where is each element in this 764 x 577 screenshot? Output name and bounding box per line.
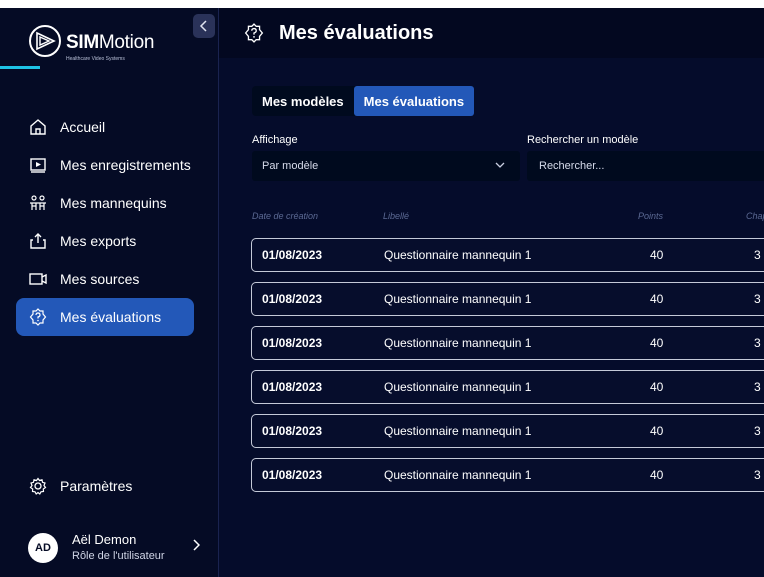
settings-label: Paramètres xyxy=(60,478,133,494)
row-chapters: 3 xyxy=(754,292,761,306)
page-title: Mes évaluations xyxy=(279,21,434,44)
question-badge-icon xyxy=(28,307,48,327)
display-select[interactable]: Par modèle xyxy=(252,151,520,181)
simmotion-logo-icon xyxy=(29,25,61,57)
video-play-icon xyxy=(28,155,48,175)
export-icon xyxy=(28,231,48,251)
table-row[interactable]: 01/08/2023 Questionnaire mannequin 1 40 … xyxy=(251,458,764,492)
sidebar: SIMMotion Healthcare Video Systems Accue… xyxy=(0,8,219,577)
row-label: Questionnaire mannequin 1 xyxy=(384,380,532,394)
brand-tagline: Healthcare Video Systems xyxy=(66,56,125,62)
sidebar-nav: Accueil Mes enregistrements Mes mannequi… xyxy=(16,108,206,336)
row-points: 40 xyxy=(650,292,664,306)
column-header-date: Date de création xyxy=(252,211,319,221)
row-label: Questionnaire mannequin 1 xyxy=(384,424,532,438)
row-points: 40 xyxy=(650,468,664,482)
brand-accent-line xyxy=(0,66,40,69)
sidebar-item-accueil[interactable]: Accueil xyxy=(28,108,206,146)
row-chapters: 3 xyxy=(754,336,761,350)
tab-mes-evaluations[interactable]: Mes évaluations xyxy=(353,86,475,116)
row-date: 01/08/2023 xyxy=(262,380,323,394)
sidebar-item-label: Mes mannequins xyxy=(60,195,167,211)
row-label: Questionnaire mannequin 1 xyxy=(384,248,532,262)
sidebar-item-label: Accueil xyxy=(60,119,106,135)
chevron-right-icon xyxy=(192,538,201,556)
display-label: Affichage xyxy=(252,134,298,146)
app-window: SIMMotion Healthcare Video Systems Accue… xyxy=(0,8,764,577)
sidebar-item-sources[interactable]: Mes sources xyxy=(28,260,206,298)
collapse-sidebar-button[interactable] xyxy=(193,14,215,38)
search-label: Rechercher un modèle xyxy=(527,134,639,146)
row-date: 01/08/2023 xyxy=(262,468,323,482)
logo: SIMMotion Healthcare Video Systems xyxy=(28,22,198,72)
display-select-value: Par modèle xyxy=(262,160,319,172)
table-row[interactable]: 01/08/2023 Questionnaire mannequin 1 40 … xyxy=(251,326,764,360)
row-chapters: 3 xyxy=(754,380,761,394)
question-badge-icon xyxy=(243,22,265,44)
sidebar-item-label: Mes exports xyxy=(60,233,137,249)
column-header-points: Points xyxy=(638,211,664,221)
row-chapters: 3 xyxy=(754,468,761,482)
sidebar-item-label: Mes sources xyxy=(60,271,140,287)
search-input[interactable]: Rechercher... xyxy=(527,151,764,181)
sidebar-item-mannequins[interactable]: Mes mannequins xyxy=(28,184,206,222)
row-points: 40 xyxy=(650,380,664,394)
row-label: Questionnaire mannequin 1 xyxy=(384,336,532,350)
sidebar-item-label: Mes enregistrements xyxy=(60,157,191,173)
row-label: Questionnaire mannequin 1 xyxy=(384,468,532,482)
avatar: AD xyxy=(28,533,58,563)
tab-mes-modeles[interactable]: Mes modèles xyxy=(252,86,354,116)
row-chapters: 3 xyxy=(754,248,761,262)
view-tabs: Mes modèles Mes évaluations xyxy=(252,86,475,116)
sidebar-item-label: Mes évaluations xyxy=(60,309,162,325)
user-role: Rôle de l'utilisateur xyxy=(72,550,165,562)
row-points: 40 xyxy=(650,248,664,262)
table-row[interactable]: 01/08/2023 Questionnaire mannequin 1 40 … xyxy=(251,282,764,316)
sidebar-item-parametres[interactable]: Paramètres xyxy=(28,471,132,501)
camera-icon xyxy=(28,269,48,289)
row-points: 40 xyxy=(650,424,664,438)
row-date: 01/08/2023 xyxy=(262,336,323,350)
sidebar-item-evaluations[interactable]: Mes évaluations xyxy=(16,298,194,336)
row-chapters: 3 xyxy=(754,424,761,438)
user-profile[interactable]: AD Aël Demon Rôle de l'utilisateur xyxy=(28,528,208,568)
mannequins-icon xyxy=(28,193,48,213)
row-date: 01/08/2023 xyxy=(262,292,323,306)
row-points: 40 xyxy=(650,336,664,350)
table-row[interactable]: 01/08/2023 Questionnaire mannequin 1 40 … xyxy=(251,414,764,448)
chevron-left-icon xyxy=(199,20,207,32)
sidebar-item-enregistrements[interactable]: Mes enregistrements xyxy=(28,146,206,184)
search-placeholder: Rechercher... xyxy=(539,160,605,172)
row-date: 01/08/2023 xyxy=(262,248,323,262)
column-header-libelle: Libellé xyxy=(383,211,410,221)
user-name: Aël Demon xyxy=(72,532,137,547)
row-date: 01/08/2023 xyxy=(262,424,323,438)
brand-name: SIMMotion xyxy=(66,32,155,53)
sidebar-item-exports[interactable]: Mes exports xyxy=(28,222,206,260)
home-icon xyxy=(28,117,48,137)
page-header: Mes évaluations xyxy=(219,8,764,58)
row-label: Questionnaire mannequin 1 xyxy=(384,292,532,306)
table-row[interactable]: 01/08/2023 Questionnaire mannequin 1 40 … xyxy=(251,238,764,272)
gear-icon xyxy=(28,476,48,496)
chevron-down-icon xyxy=(495,162,505,168)
table-row[interactable]: 01/08/2023 Questionnaire mannequin 1 40 … xyxy=(251,370,764,404)
column-header-chapters: Chap xyxy=(746,211,764,221)
